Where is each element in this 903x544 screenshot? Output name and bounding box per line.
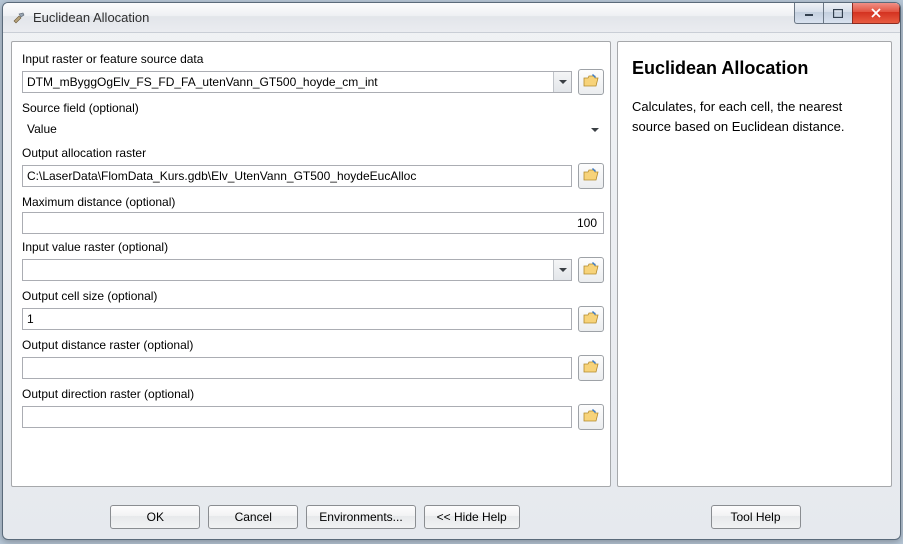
cancel-button[interactable]: Cancel <box>208 505 298 529</box>
chevron-down-icon <box>591 122 599 136</box>
maximize-button[interactable] <box>823 3 853 24</box>
maximum-distance-label: Maximum distance (optional) <box>22 195 604 209</box>
browse-output-distance-button[interactable] <box>578 355 604 381</box>
folder-open-icon <box>583 262 599 279</box>
folder-open-icon <box>583 311 599 328</box>
folder-open-icon <box>583 409 599 426</box>
source-field-select[interactable]: Value <box>22 118 604 140</box>
output-distance-label: Output distance raster (optional) <box>22 338 604 352</box>
window-title: Euclidean Allocation <box>33 10 149 25</box>
source-field-value: Value <box>27 122 57 136</box>
output-cell-size-label: Output cell size (optional) <box>22 289 604 303</box>
titlebar[interactable]: Euclidean Allocation <box>3 3 900 33</box>
output-distance-input[interactable] <box>22 357 572 379</box>
help-title: Euclidean Allocation <box>632 58 877 79</box>
browse-output-cell-size-button[interactable] <box>578 306 604 332</box>
chevron-down-icon[interactable] <box>553 72 571 92</box>
browse-input-raster-button[interactable] <box>578 69 604 95</box>
input-value-raster-label: Input value raster (optional) <box>22 240 604 254</box>
chevron-down-icon[interactable] <box>553 260 571 280</box>
close-button[interactable] <box>852 3 900 24</box>
help-description: Calculates, for each cell, the nearest s… <box>632 97 877 136</box>
folder-open-icon <box>583 168 599 185</box>
hide-help-button[interactable]: << Hide Help <box>424 505 520 529</box>
ok-button[interactable]: OK <box>110 505 200 529</box>
environments-button[interactable]: Environments... <box>306 505 415 529</box>
parameters-scroll[interactable]: Input raster or feature source data DTM_… <box>12 42 610 486</box>
output-direction-label: Output direction raster (optional) <box>22 387 604 401</box>
source-field-label: Source field (optional) <box>22 101 604 115</box>
dialog-window: Euclidean Allocation Input raster or fea… <box>2 2 901 540</box>
output-allocation-input[interactable] <box>22 165 572 187</box>
parameters-panel: Input raster or feature source data DTM_… <box>11 41 611 487</box>
maximum-distance-input[interactable] <box>22 212 604 234</box>
output-cell-size-input[interactable] <box>22 308 572 330</box>
input-raster-value: DTM_mByggOgElv_FS_FD_FA_utenVann_GT500_h… <box>27 75 553 89</box>
output-allocation-label: Output allocation raster <box>22 146 604 160</box>
minimize-button[interactable] <box>794 3 824 24</box>
input-raster-label: Input raster or feature source data <box>22 52 604 66</box>
content-area: Input raster or feature source data DTM_… <box>3 33 900 495</box>
output-direction-input[interactable] <box>22 406 572 428</box>
folder-open-icon <box>583 360 599 377</box>
button-bar: OK Cancel Environments... << Hide Help T… <box>3 495 900 539</box>
hammer-icon <box>11 10 27 26</box>
folder-open-icon <box>583 74 599 91</box>
browse-input-value-raster-button[interactable] <box>578 257 604 283</box>
help-panel: Euclidean Allocation Calculates, for eac… <box>617 41 892 487</box>
window-controls <box>795 3 900 25</box>
input-value-raster-combo[interactable] <box>22 259 572 281</box>
browse-output-allocation-button[interactable] <box>578 163 604 189</box>
input-raster-combo[interactable]: DTM_mByggOgElv_FS_FD_FA_utenVann_GT500_h… <box>22 71 572 93</box>
tool-help-button[interactable]: Tool Help <box>711 505 801 529</box>
browse-output-direction-button[interactable] <box>578 404 604 430</box>
